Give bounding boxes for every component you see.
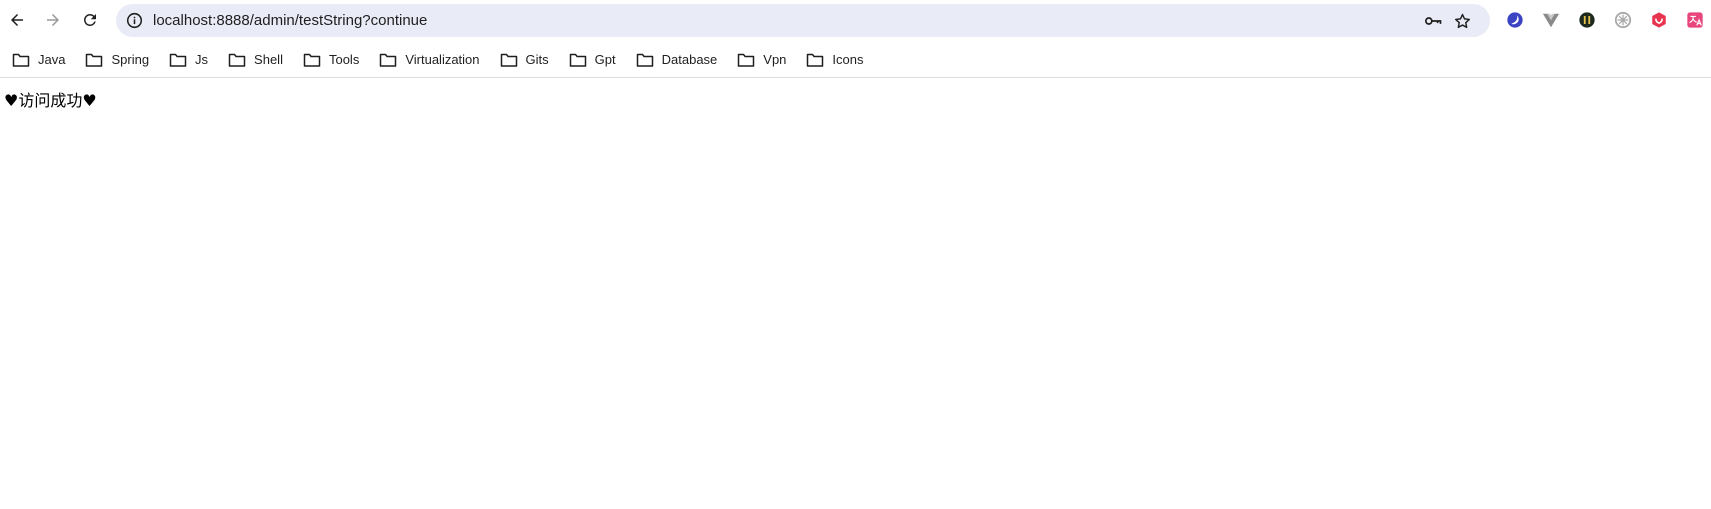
browser-toolbar: localhost:8888/admin/testString?continue (0, 0, 1711, 41)
bookmark-label: Gits (525, 52, 549, 67)
folder-icon (500, 52, 518, 68)
bookmark-label: Js (195, 52, 209, 67)
bookmark-folder-database[interactable]: Database (630, 46, 724, 74)
bookmark-label: Vpn (763, 52, 787, 67)
folder-icon (379, 52, 397, 68)
bookmark-folder-gpt[interactable]: Gpt (563, 46, 622, 74)
site-info-icon[interactable] (125, 11, 144, 30)
bookmark-label: Virtualization (405, 52, 480, 67)
dark-circle-extension-icon[interactable] (1577, 10, 1597, 30)
reload-button[interactable] (76, 6, 104, 34)
bookmark-folder-virtualization[interactable]: Virtualization (373, 46, 485, 74)
folder-icon (228, 52, 246, 68)
folder-icon (569, 52, 587, 68)
bookmark-label: Tools (328, 52, 360, 67)
folder-icon (12, 52, 30, 68)
grey-gear-extension-icon[interactable] (1613, 10, 1633, 30)
blue-swirl-extension-icon[interactable] (1505, 10, 1525, 30)
bookmark-folder-java[interactable]: Java (6, 46, 71, 74)
bookmark-label: Spring (111, 52, 150, 67)
bookmark-folder-shell[interactable]: Shell (222, 46, 289, 74)
reload-icon (83, 13, 96, 26)
folder-icon (169, 52, 187, 68)
folder-icon (85, 52, 103, 68)
bookmark-folder-vpn[interactable]: Vpn (731, 46, 792, 74)
url-text[interactable]: localhost:8888/admin/testString?continue (153, 4, 427, 37)
folder-icon (737, 52, 755, 68)
page-message: ♥访问成功♥ (4, 91, 97, 110)
address-bar[interactable]: localhost:8888/admin/testString?continue (116, 4, 1490, 37)
bookmark-label: Database (661, 52, 718, 67)
forward-button[interactable] (39, 6, 67, 34)
bookmark-folder-spring[interactable]: Spring (79, 46, 155, 74)
bookmark-label: Java (38, 52, 66, 67)
bookmark-label: Shell (254, 52, 283, 67)
folder-icon (303, 52, 321, 68)
red-shield-extension-icon[interactable] (1649, 10, 1669, 30)
bookmark-label: Gpt (594, 52, 616, 67)
vue-devtools-extension-icon[interactable] (1541, 10, 1561, 30)
folder-icon (806, 52, 824, 68)
folder-icon (636, 52, 654, 68)
back-arrow-icon (11, 14, 23, 26)
translate-extension-icon[interactable] (1685, 10, 1705, 30)
password-key-icon[interactable] (1422, 10, 1444, 32)
bookmark-star-icon[interactable] (1451, 10, 1473, 32)
bookmark-folder-tools[interactable]: Tools (297, 46, 365, 74)
bookmark-folder-js[interactable]: Js (163, 46, 214, 74)
forward-arrow-icon (47, 14, 59, 26)
bookmarks-bar: Java Spring Js Shell Tools Virtualizatio… (0, 42, 1711, 78)
bookmark-folder-gits[interactable]: Gits (494, 46, 555, 74)
bookmark-label: Icons (832, 52, 864, 67)
back-button[interactable] (3, 6, 31, 34)
bookmark-folder-icons[interactable]: Icons (800, 46, 869, 74)
